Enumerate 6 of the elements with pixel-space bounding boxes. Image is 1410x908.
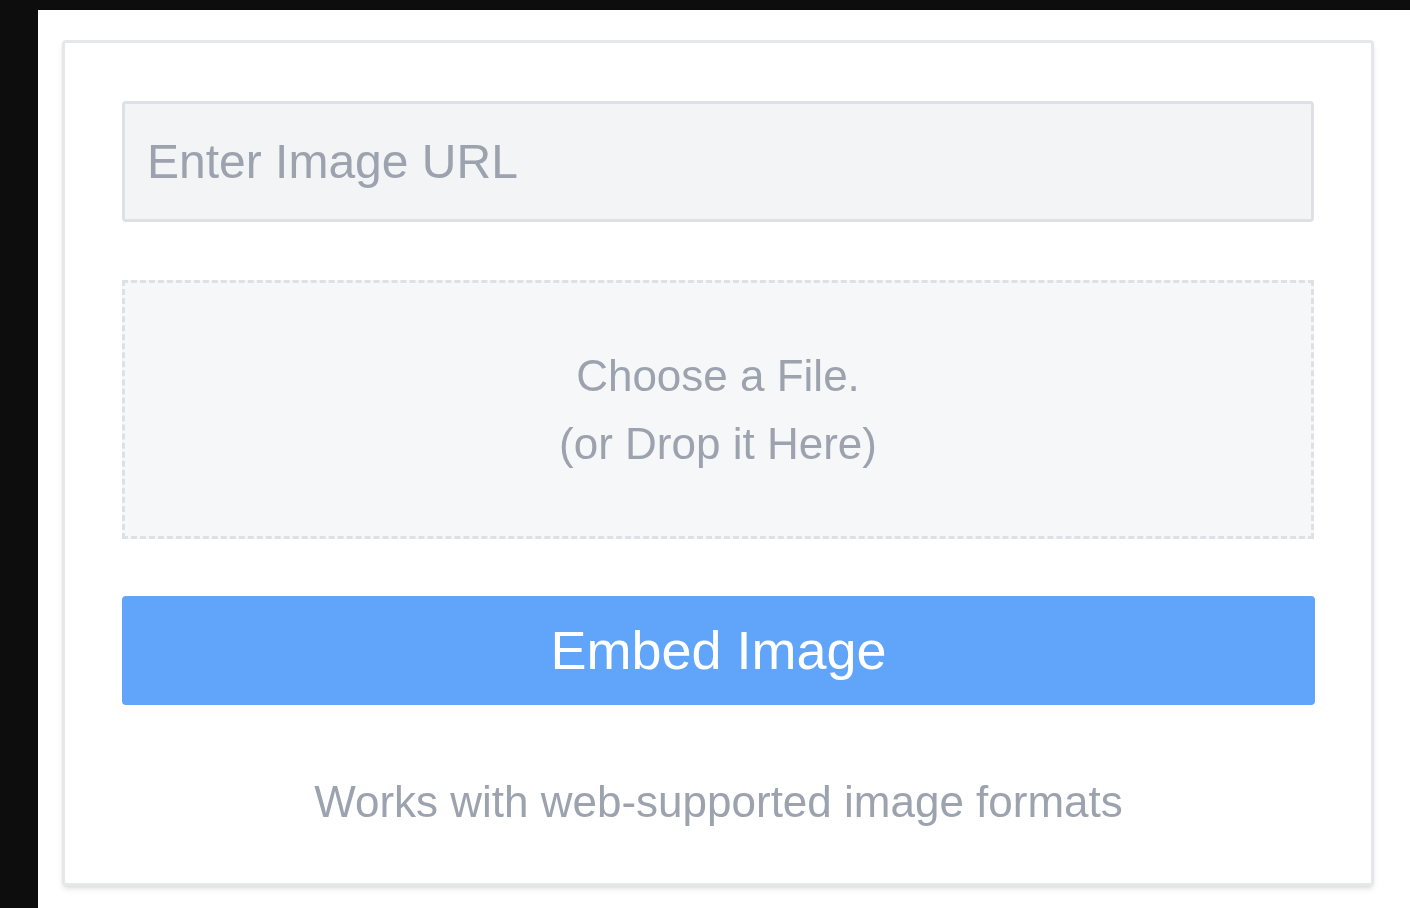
supported-formats-note: Works with web-supported image formats [313, 776, 1124, 828]
embed-image-button[interactable]: Embed Image [122, 596, 1315, 705]
url-input-field[interactable]: Enter Image URL [122, 101, 1314, 222]
dropzone-text: Choose a File. [576, 349, 860, 402]
file-dropzone[interactable]: Choose a File. (or Drop it Here) [122, 280, 1314, 539]
dropzone-text: (or Drop it Here) [559, 417, 877, 470]
